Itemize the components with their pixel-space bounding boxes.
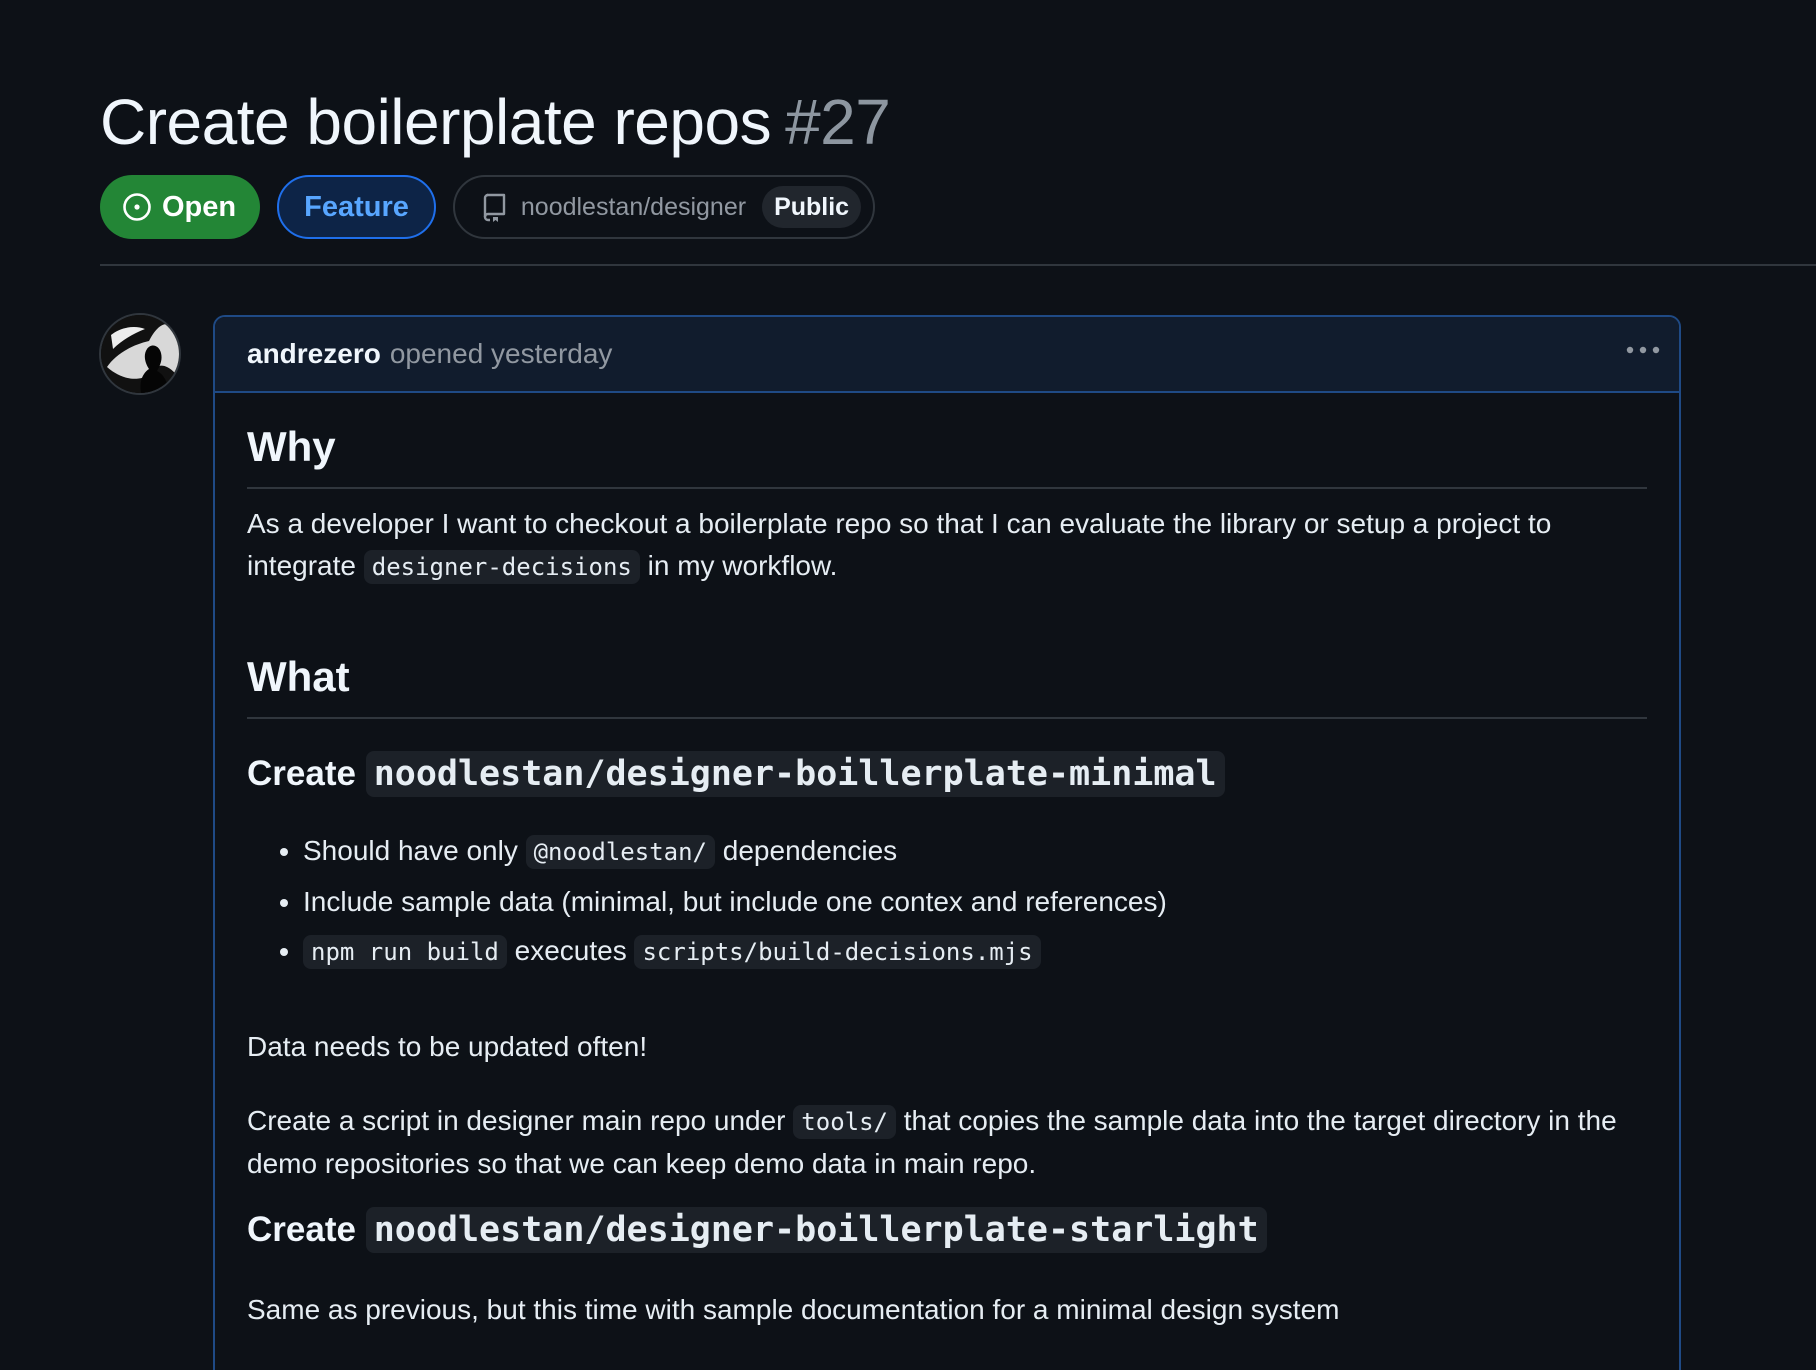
comment-actions-button[interactable] (1623, 335, 1663, 365)
minimal-bullet-list: Should have only @noodlestan/ dependenci… (247, 826, 1647, 977)
starlight-heading-code: noodlestan/designer-boillerplate-starlig… (365, 1207, 1267, 1253)
data-note: Data needs to be updated often! (247, 1031, 648, 1062)
bullet-1-text-1: Should have only (303, 835, 518, 866)
minimal-heading-block: Create noodlestan/designer-boillerplate-… (247, 749, 1647, 799)
issue-title: Create boilerplate repos (100, 86, 772, 158)
repo-name: noodlestan/designer (520, 192, 747, 221)
minimal-heading-prefix: Create (247, 754, 356, 793)
header-divider (100, 264, 1816, 266)
issue-title-row: Create boilerplate repos #27 (100, 82, 891, 162)
starlight-paragraph-block: Same as previous, but this time with sam… (247, 1289, 1647, 1331)
list-item: Should have only @noodlestan/ dependenci… (303, 826, 1647, 877)
comment-author[interactable]: andrezero (247, 338, 381, 370)
minimal-heading: Create noodlestan/designer-boillerplate-… (247, 749, 1647, 799)
starlight-heading-prefix: Create (247, 1210, 356, 1249)
why-text-2: in my workflow. (647, 550, 838, 581)
starlight-paragraph: Same as previous, but this time with sam… (247, 1294, 1340, 1325)
script-text-1: Create a script in designer main repo un… (247, 1105, 786, 1136)
what-heading: What (247, 649, 1647, 719)
starlight-heading: Create noodlestan/designer-boillerplate-… (247, 1205, 1647, 1255)
issue-opened-icon (122, 192, 152, 222)
kebab-horizontal-icon (1626, 346, 1660, 354)
why-paragraph-block: As a developer I want to checkout a boil… (247, 503, 1647, 588)
issue-state-label: Open (162, 190, 237, 223)
feature-label[interactable]: Feature (277, 175, 436, 239)
bullet-3-code-2: scripts/build-decisions.mjs (634, 935, 1041, 969)
comment-timestamp[interactable]: opened yesterday (390, 338, 613, 370)
repo-link[interactable]: noodlestan/designer Public (452, 175, 876, 239)
list-item: Include sample data (minimal, but includ… (303, 877, 1647, 926)
avatar[interactable] (99, 313, 181, 395)
data-note-block: Data needs to be updated often! (247, 1026, 1647, 1068)
bullet-2-text: Include sample data (minimal, but includ… (303, 886, 1167, 917)
issue-meta-row: Open Feature noodlestan/designer Public (100, 175, 876, 239)
bullet-3-code-1: npm run build (303, 935, 507, 969)
comment-header: andrezero opened yesterday (215, 317, 1679, 393)
what-section: What (247, 649, 1647, 719)
issue-state-badge: Open (100, 175, 261, 239)
repo-icon (481, 192, 509, 222)
why-heading: Why (247, 419, 1647, 489)
why-inline-code: designer-decisions (363, 550, 640, 584)
issue-comment: andrezero opened yesterday Why As a deve… (213, 315, 1681, 1370)
script-paragraph-block: Create a script in designer main repo un… (247, 1100, 1647, 1185)
why-section: Why (247, 419, 1647, 489)
why-paragraph: As a developer I want to checkout a boil… (247, 503, 1647, 588)
bullet-3-text: executes (514, 935, 627, 966)
issue-page: Create boilerplate repos #27 Open Feature (0, 0, 1816, 1370)
visibility-badge: Public (762, 186, 862, 228)
minimal-bullets-block: Should have only @noodlestan/ dependenci… (247, 826, 1647, 977)
starlight-heading-block: Create noodlestan/designer-boillerplate-… (247, 1205, 1647, 1255)
minimal-heading-code: noodlestan/designer-boillerplate-minimal (365, 751, 1225, 797)
script-paragraph: Create a script in designer main repo un… (247, 1100, 1647, 1185)
bullet-1-code: @noodlestan/ (525, 835, 715, 869)
issue-number: #27 (785, 86, 891, 158)
list-item: npm run build executes scripts/build-dec… (303, 926, 1647, 977)
bullet-1-text-2: dependencies (722, 835, 898, 866)
script-inline-code: tools/ (793, 1105, 896, 1139)
